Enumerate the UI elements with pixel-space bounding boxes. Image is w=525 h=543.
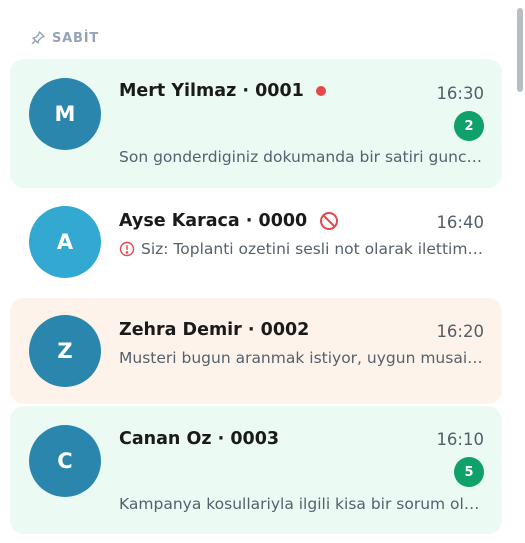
- unread-badge: 2: [454, 111, 484, 141]
- chat-item-mert-yilmaz[interactable]: M Mert Yilmaz · 0001 16:30 2 Son gonderd…: [10, 59, 502, 188]
- chat-time: 16:30: [436, 84, 484, 103]
- chat-name: Zehra Demir · 0002: [119, 318, 309, 342]
- chat-time: 16:10: [436, 430, 484, 449]
- chat-preview: Siz: Toplanti ozetini sesli not olarak i…: [119, 238, 484, 260]
- unread-badge: 5: [454, 457, 484, 487]
- avatar: A: [29, 206, 101, 278]
- preview-text: Siz: Toplanti ozetini sesli not olarak i…: [141, 240, 484, 258]
- status-dot-icon: [315, 86, 326, 96]
- chat-item-canan-oz[interactable]: C Canan Oz · 0003 16:10 5 Kampanya kosul…: [10, 406, 502, 534]
- avatar: M: [29, 78, 101, 150]
- avatar: C: [29, 425, 101, 497]
- preview-text: Kampanya kosullariyla ilgili kisa bir so…: [119, 495, 484, 513]
- error-icon: [119, 241, 135, 257]
- chat-item-zehra-demir[interactable]: Z Zehra Demir · 0002 16:20 Musteri bugun…: [10, 298, 502, 404]
- chat-name: Ayse Karaca · 0000: [119, 209, 339, 233]
- chat-preview: Musteri bugun aranmak istiyor, uygun mus…: [119, 347, 484, 369]
- chat-list-pane: SABİT M Mert Yilmaz · 0001 16:30 2 Son g…: [0, 0, 525, 543]
- contact-name: Mert Yilmaz · 0001: [119, 81, 304, 101]
- scrollbar-thumb[interactable]: [517, 8, 523, 92]
- chat-name: Mert Yilmaz · 0001: [119, 79, 326, 103]
- contact-name: Ayse Karaca · 0000: [119, 211, 308, 231]
- pinned-section-label: SABİT: [52, 30, 100, 46]
- scrollbar[interactable]: [515, 0, 525, 543]
- chat-item-ayse-karaca[interactable]: A Ayse Karaca · 0000 16:40 Siz: Toplanti…: [10, 190, 502, 297]
- pinned-section-header: SABİT: [30, 30, 99, 46]
- chat-time: 16:20: [436, 322, 484, 341]
- contact-name: Zehra Demir · 0002: [119, 320, 310, 340]
- blocked-icon: [320, 212, 339, 230]
- pin-icon: [31, 31, 45, 45]
- chat-name: Canan Oz · 0003: [119, 427, 279, 451]
- avatar: Z: [29, 315, 101, 387]
- chat-preview: Son gonderdiginiz dokumanda bir satiri g…: [119, 146, 484, 168]
- preview-text: Musteri bugun aranmak istiyor, uygun mus…: [119, 349, 484, 367]
- chat-time: 16:40: [436, 213, 484, 232]
- preview-text: Son gonderdiginiz dokumanda bir satiri g…: [119, 148, 484, 166]
- chat-preview: Kampanya kosullariyla ilgili kisa bir so…: [119, 493, 484, 515]
- contact-name: Canan Oz · 0003: [119, 429, 280, 449]
